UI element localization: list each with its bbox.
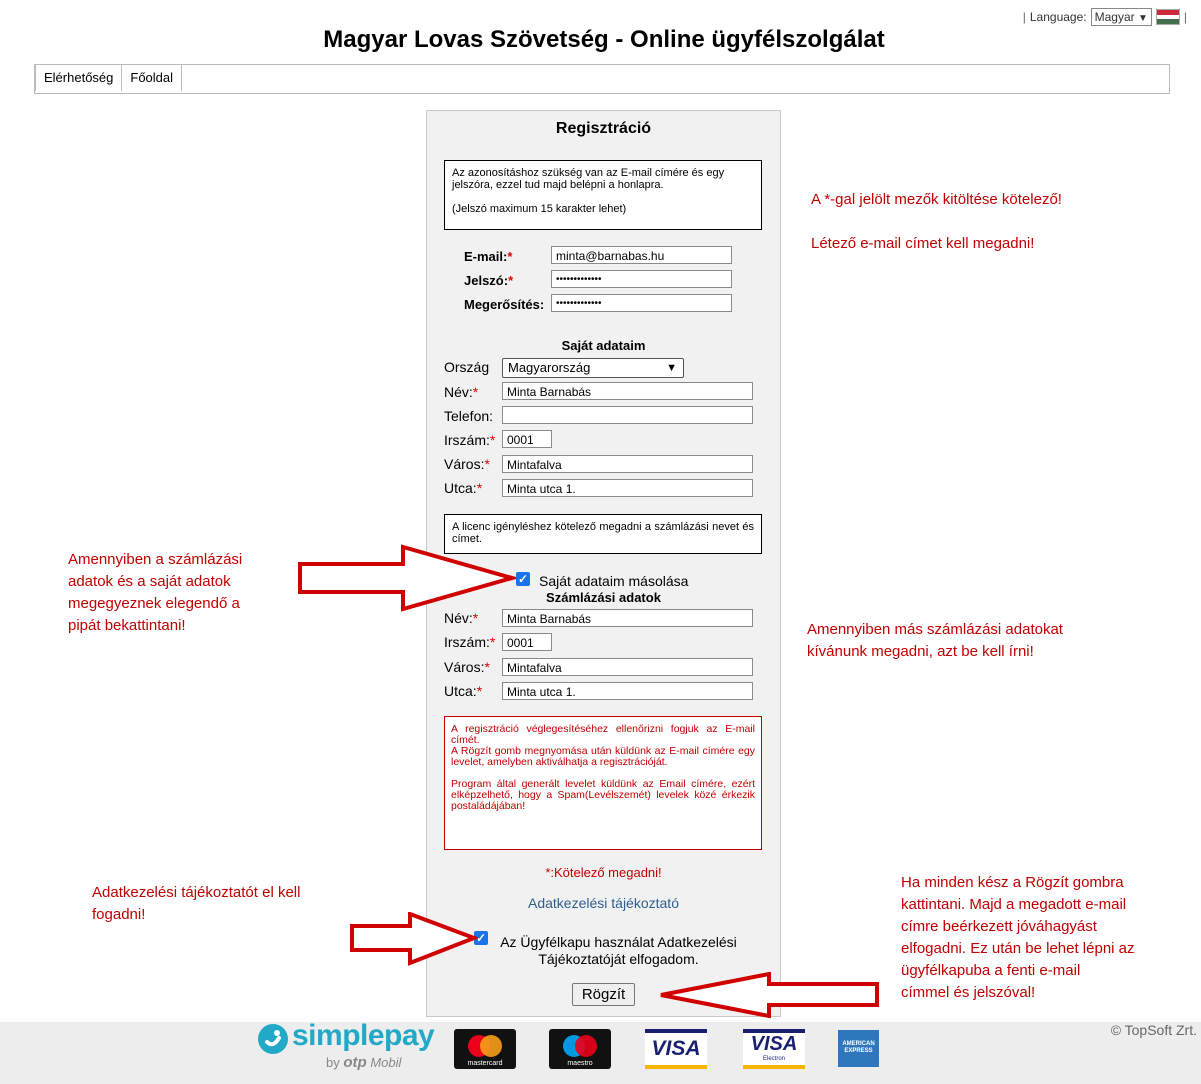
name-label: Név:*: [444, 384, 479, 400]
separator: |: [1183, 10, 1187, 24]
own-data-title: Saját adataim: [561, 338, 646, 353]
zip-field[interactable]: 0001: [502, 430, 552, 448]
arrow-right-icon: [298, 544, 516, 612]
billing-zip-field[interactable]: 0001: [502, 633, 552, 651]
top-nav: Elérhetőség Főoldal: [34, 64, 1170, 94]
copy-own-data-label: Saját adataim másolása: [539, 573, 689, 589]
accept-privacy-label: Az Ügyfélkapu használat Adatkezelési Táj…: [500, 934, 737, 967]
chevron-down-icon: ▼: [666, 362, 677, 374]
billing-name-field[interactable]: Minta Barnabás: [502, 609, 753, 627]
billing-city-field[interactable]: Mintafalva: [502, 658, 753, 676]
amex-logo: AMERICAN EXPRESS: [838, 1030, 879, 1067]
billing-zip-label: Irszám:*: [444, 634, 496, 650]
visa-electron-logo: VISA Electron: [743, 1029, 805, 1069]
phone-label: Telefon:: [444, 408, 494, 424]
warning-box: A regisztráció véglegesítéséhez ellenőri…: [444, 716, 762, 850]
nav-fooldal[interactable]: Főoldal: [122, 65, 183, 91]
language-select[interactable]: Magyar ▼: [1090, 8, 1152, 26]
password-field[interactable]: •••••••••••••: [551, 270, 732, 288]
name-field[interactable]: Minta Barnabás: [502, 382, 753, 400]
otp-mobil-text: by otp Mobil: [326, 1054, 402, 1071]
street-field[interactable]: Minta utca 1.: [502, 479, 753, 497]
annotation-other-billing: Amennyiben más számlázási adatokat kíván…: [807, 621, 1063, 660]
warning-text-1: A regisztráció véglegesítéséhez ellenőri…: [451, 723, 755, 746]
zip-label: Irszám:*: [444, 432, 496, 448]
annotation-required-fields: A *-gal jelölt mezők kitöltése kötelező!: [811, 191, 1062, 208]
intro-text: Az azonosításhoz szükség van az E-mail c…: [452, 167, 725, 191]
mastercard-logo: mastercard: [454, 1029, 516, 1069]
privacy-link[interactable]: Adatkezelési tájékoztató: [427, 895, 780, 911]
billing-name-label: Név:*: [444, 610, 479, 626]
city-field[interactable]: Mintafalva: [502, 455, 753, 473]
site-title: Magyar Lovas Szövetség - Online ügyfélsz…: [323, 26, 885, 53]
language-bar: | Language: Magyar ▼ |: [1023, 8, 1187, 26]
billing-street-field[interactable]: Minta utca 1.: [502, 682, 753, 700]
billing-city-label: Város:*: [444, 659, 490, 675]
simplepay-text: simplepay: [292, 1019, 435, 1052]
arrow-left-icon: [660, 972, 879, 1018]
warning-text-2: A Rögzít gomb megnyomása után küldünk az…: [451, 745, 755, 768]
billing-street-label: Utca:*: [444, 683, 483, 699]
warning-text-3: Program által generált levelet küldünk a…: [451, 778, 755, 812]
email-label: E-mail:*: [464, 249, 513, 264]
simplepay-icon: [258, 1024, 288, 1054]
intro-box: Az azonosításhoz szükség van az E-mail c…: [444, 160, 762, 230]
annotation-privacy-hint: Adatkezelési tájékoztatót el kell fogadn…: [92, 884, 301, 923]
language-label: Language:: [1029, 10, 1087, 24]
annotation-copy-hint: Amennyiben a számlázási adatok és a sajá…: [68, 551, 243, 634]
simplepay-logo[interactable]: simplepay by otp Mobil: [256, 1019, 436, 1075]
annotation-existing-email: Létező e-mail címet kell megadni!: [811, 235, 1035, 252]
copyright: © TopSoft Zrt.: [1110, 1022, 1197, 1038]
confirm-password-field[interactable]: •••••••••••••: [551, 294, 732, 312]
annotation-submit-hint: Ha minden kész a Rögzít gombra kattintan…: [901, 874, 1135, 1001]
hungarian-flag-icon[interactable]: [1155, 9, 1180, 25]
country-label: Ország: [444, 359, 490, 375]
intro-note: (Jelszó maximum 15 karakter lehet): [452, 203, 627, 215]
copy-own-data-checkbox[interactable]: ✓: [516, 572, 530, 586]
country-select[interactable]: Magyarország ▼: [502, 358, 684, 378]
required-note: *:Kötelező megadni!: [545, 865, 662, 880]
visa-logo: VISA: [645, 1029, 707, 1069]
separator: |: [1022, 10, 1026, 24]
password-label: Jelszó:*: [464, 273, 514, 288]
phone-field[interactable]: [502, 406, 753, 424]
form-title: Regisztráció: [555, 120, 652, 137]
maestro-logo: maestro: [549, 1029, 611, 1069]
nav-elerhetoseg[interactable]: Elérhetőség: [35, 65, 123, 91]
chevron-down-icon: ▼: [1137, 13, 1148, 24]
email-field[interactable]: minta@barnabas.hu: [551, 246, 732, 264]
confirm-label: Megerősítés:: [464, 297, 545, 312]
submit-button[interactable]: Rögzít: [572, 983, 635, 1006]
arrow-right-icon: [350, 912, 478, 966]
city-label: Város:*: [444, 456, 490, 472]
street-label: Utca:*: [444, 480, 483, 496]
